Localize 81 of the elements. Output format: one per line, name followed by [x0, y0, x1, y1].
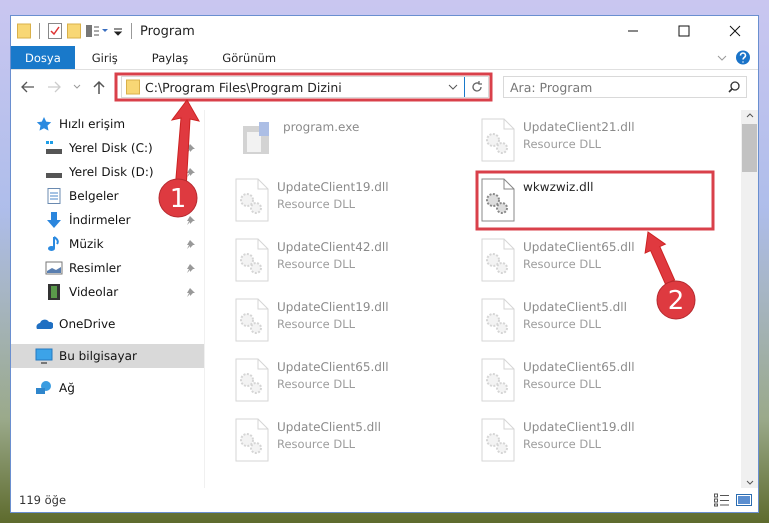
- address-bar[interactable]: C:\Program Files\Program Dizini: [121, 76, 489, 98]
- sidebar-item[interactable]: Bu bilgisayar: [11, 344, 204, 368]
- file-name: UpdateClient19.dll: [277, 300, 389, 314]
- step-badge: 1: [158, 178, 198, 218]
- pin-icon[interactable]: [186, 263, 196, 273]
- search-field[interactable]: Ara: Program: [503, 76, 747, 98]
- file-type: Resource DLL: [523, 257, 602, 271]
- gear-file-icon: [235, 418, 269, 462]
- pin-icon[interactable]: [186, 167, 196, 177]
- pin-icon[interactable]: [186, 287, 196, 297]
- window-title: Program: [140, 24, 196, 38]
- gear-file-icon: [481, 238, 515, 282]
- file-name: UpdateClient65.dll: [523, 360, 635, 374]
- sidebar-item[interactable]: OneDrive: [11, 312, 124, 336]
- network-icon: [35, 380, 53, 396]
- drive-icon: [45, 140, 63, 156]
- large-icons-view-icon[interactable]: [736, 493, 752, 507]
- picture-icon: [45, 260, 63, 276]
- gear-file-icon: [235, 238, 269, 282]
- file-type: Resource DLL: [523, 137, 602, 151]
- file-name: UpdateClient5.dll: [523, 300, 627, 314]
- maximize-icon: [678, 25, 690, 37]
- sidebar-item[interactable]: Müzik: [11, 232, 204, 256]
- file-name: UpdateClient65.dll: [277, 360, 389, 374]
- pin-icon[interactable]: [186, 239, 196, 249]
- close-icon: [729, 25, 741, 37]
- file-menu-button[interactable]: Dosya: [11, 46, 75, 69]
- film-icon: [45, 284, 63, 300]
- step-badge: 2: [656, 280, 696, 320]
- file-name: UpdateClient42.dll: [277, 240, 389, 254]
- drive-icon: [45, 172, 63, 178]
- pin-icon[interactable]: [186, 143, 196, 153]
- new-folder-icon: [67, 23, 81, 39]
- document-icon: [45, 188, 63, 204]
- gear-file-icon: [235, 358, 269, 402]
- gear-file-icon: [481, 178, 515, 222]
- file-item[interactable]: wkwzwiz.dll: [475, 174, 600, 226]
- gear-file-icon: [235, 298, 269, 342]
- folder-icon: [126, 79, 140, 95]
- pin-icon[interactable]: [186, 215, 196, 225]
- gear-file-icon: [481, 118, 515, 162]
- file-type: Resource DLL: [277, 437, 356, 451]
- file-name: UpdateClient19.dll: [277, 180, 389, 194]
- download-arrow-icon: [45, 212, 63, 228]
- file-name: UpdateClient19.dll: [523, 420, 635, 434]
- search-icon: [728, 81, 740, 93]
- sidebar-item[interactable]: Hızlı erişim: [11, 112, 134, 136]
- file-name: wkwzwiz.dll: [523, 180, 594, 194]
- folder-icon: [17, 23, 31, 39]
- file-type: Resource DLL: [277, 197, 356, 211]
- details-view-icon[interactable]: [714, 493, 730, 507]
- scrollbar[interactable]: [741, 110, 758, 488]
- gear-file-icon: [481, 298, 515, 342]
- file-type: Resource DLL: [277, 377, 356, 391]
- sidebar-item[interactable]: Belgeler: [11, 184, 127, 208]
- file-type: Resource DLL: [277, 317, 356, 331]
- sidebar-item[interactable]: Ağ: [11, 376, 83, 400]
- file-name: UpdateClient5.dll: [277, 420, 381, 434]
- file-type: Resource DLL: [523, 437, 602, 451]
- sidebar-item[interactable]: Videolar: [11, 280, 204, 304]
- sidebar-item[interactable]: Resimler: [11, 256, 204, 280]
- file-name: UpdateClient65.dll: [523, 240, 635, 254]
- gear-file-icon: [235, 178, 269, 222]
- star-icon: [35, 116, 53, 132]
- file-type: Resource DLL: [523, 377, 602, 391]
- gear-file-icon: [481, 418, 515, 462]
- file-name: program.exe: [283, 120, 360, 134]
- file-type: Resource DLL: [277, 257, 356, 271]
- dropdown-icon[interactable]: [447, 82, 459, 92]
- file-name: UpdateClient21.dll: [523, 120, 635, 134]
- gear-file-icon: [481, 358, 515, 402]
- chevron-down-icon: [73, 84, 81, 90]
- monitor-icon: [35, 348, 53, 364]
- file-type: Resource DLL: [523, 317, 602, 331]
- sidebar-item[interactable]: Yerel Disk (C:): [11, 136, 204, 160]
- callout-arrow: [644, 231, 676, 285]
- item-count: 119 öğe: [19, 493, 68, 507]
- scroll-thumb[interactable]: [742, 124, 757, 172]
- properties-icon: [48, 23, 62, 39]
- view-icon: [86, 24, 108, 38]
- refresh-icon: [470, 81, 482, 93]
